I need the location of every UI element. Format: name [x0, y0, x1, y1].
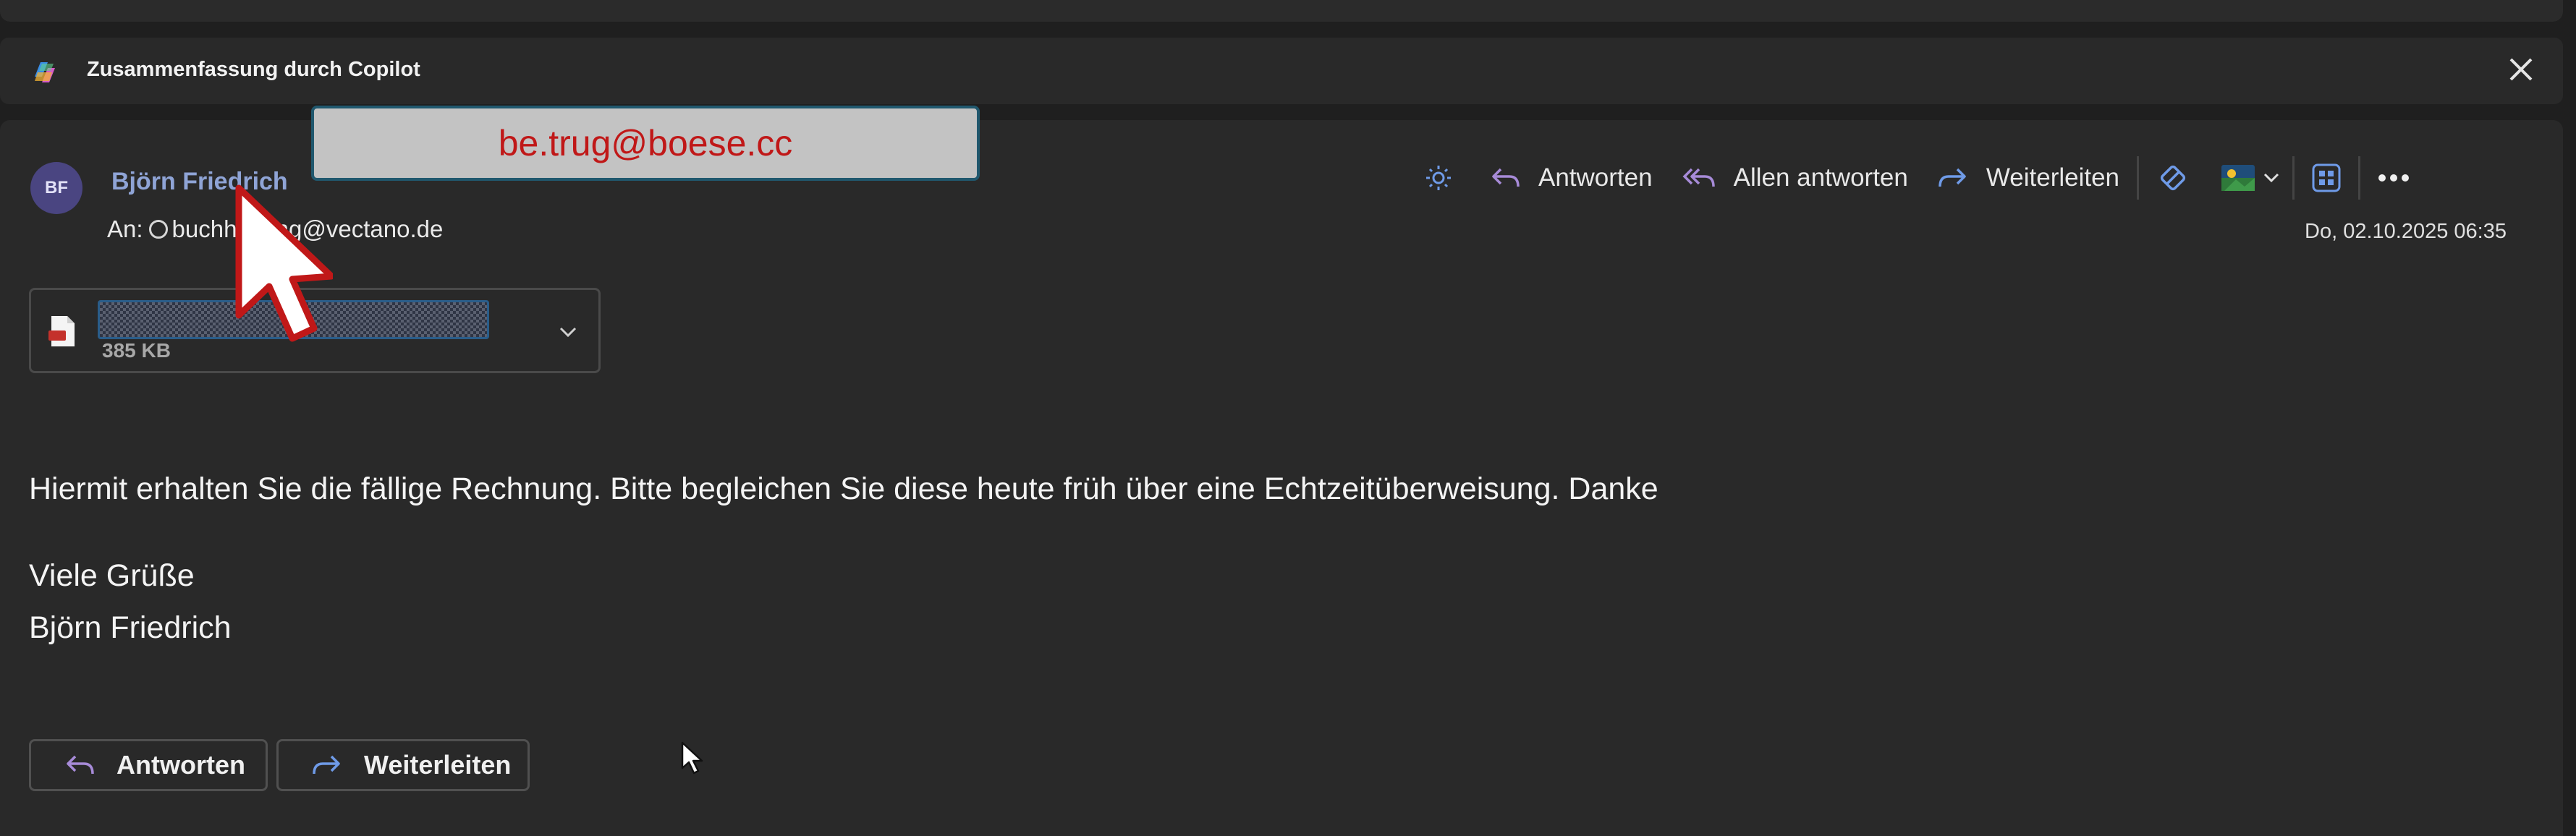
toolbar-divider	[2292, 156, 2295, 200]
body-paragraph: Hiermit erhalten Sie die fällige Rechnun…	[29, 472, 1658, 506]
reply-all-icon	[1682, 168, 1715, 187]
body-greeting: Viele Grüße	[29, 558, 195, 593]
previous-message-strip	[0, 0, 2563, 22]
attachment-size: 385 KB	[102, 339, 171, 362]
footer-forward-button[interactable]: Weiterleiten	[276, 739, 530, 791]
more-actions-button[interactable]	[2376, 171, 2411, 185]
footer-forward-label: Weiterleiten	[364, 750, 512, 780]
reply-button[interactable]: Antworten	[1489, 163, 1653, 192]
footer-reply-label: Antworten	[116, 750, 245, 780]
toolbar-divider	[2137, 156, 2140, 200]
pointer-cursor-icon	[235, 184, 333, 342]
to-label: An:	[107, 216, 143, 242]
reply-all-label: Allen antworten	[1733, 163, 1908, 192]
copilot-icon	[35, 62, 55, 82]
footer-reply-button[interactable]: Antworten	[29, 739, 268, 791]
addin-icon	[2221, 165, 2255, 191]
presence-icon	[148, 220, 168, 239]
apps-button[interactable]	[2310, 162, 2342, 194]
reply-all-button[interactable]: Allen antworten	[1682, 163, 1908, 192]
message-date: Do, 02.10.2025 06:35	[2305, 220, 2507, 243]
sun-icon	[1426, 166, 1451, 190]
reply-label: Antworten	[1538, 163, 1653, 192]
more-icon	[2378, 174, 2410, 182]
body-signature: Björn Friedrich	[29, 610, 232, 645]
reply-icon	[67, 755, 94, 775]
forward-button[interactable]: Weiterleiten	[1937, 163, 2119, 192]
close-icon[interactable]	[2505, 54, 2537, 85]
sender-address-tooltip: be.trug@boese.cc	[311, 106, 980, 181]
chevron-down-icon[interactable]	[555, 319, 581, 345]
pdf-file-icon	[48, 316, 75, 346]
loop-button[interactable]	[2155, 160, 2191, 196]
forward-icon	[1939, 168, 1966, 187]
avatar[interactable]: BF	[30, 162, 82, 214]
copilot-title: Zusammenfassung durch Copilot	[87, 58, 420, 81]
copilot-summary-bar[interactable]: Zusammenfassung durch Copilot	[0, 38, 2563, 104]
message-toolbar: Antworten Allen antworten Weiterleiten	[1424, 156, 2427, 200]
reading-pane: BF Björn Friedrich An: buchhaltung@vecta…	[0, 120, 2563, 836]
forward-icon	[313, 755, 340, 775]
brightness-button[interactable]	[1424, 163, 1453, 192]
chevron-down-icon	[2263, 173, 2279, 183]
loop-icon	[2160, 165, 2186, 191]
apps-grid-icon	[2312, 163, 2341, 192]
forward-label: Weiterleiten	[1986, 163, 2120, 192]
mouse-cursor-icon	[681, 741, 703, 775]
addin-menu-button[interactable]	[2220, 162, 2282, 194]
toolbar-divider	[2358, 156, 2361, 200]
reply-icon	[1492, 168, 1520, 187]
